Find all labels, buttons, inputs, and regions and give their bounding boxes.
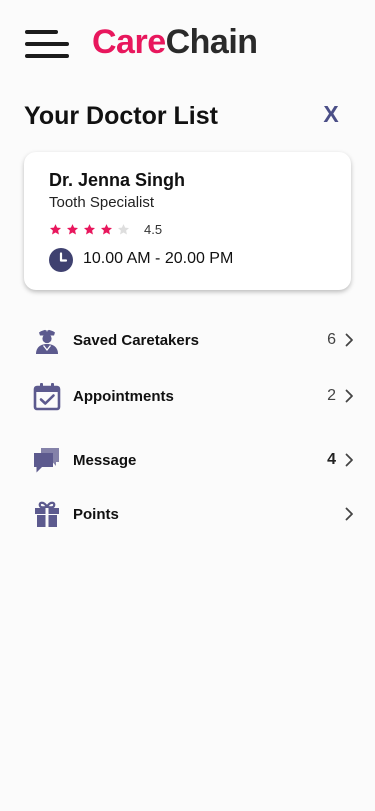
menu-item-label: Points	[73, 505, 119, 523]
star-rating: 4.5	[49, 222, 162, 237]
calendar-check-icon	[33, 383, 61, 411]
chevron-right-icon	[345, 333, 353, 347]
chevron-right-icon	[345, 453, 353, 467]
star-icon	[66, 224, 79, 235]
menu-item-label: Message	[73, 451, 137, 469]
star-icon	[83, 224, 96, 235]
menu-item-label: Appointments	[73, 387, 174, 405]
chat-icon	[34, 448, 59, 473]
star-icon	[100, 224, 113, 235]
doctor-card[interactable]: Dr. Jenna Singh Tooth Specialist 4.5 10.…	[24, 152, 351, 290]
chevron-right-icon	[345, 507, 353, 521]
working-hours: 10.00 AM - 20.00 PM	[83, 250, 234, 267]
chevron-right-icon	[345, 389, 353, 403]
doctor-specialty: Tooth Specialist	[49, 194, 155, 211]
hamburger-menu-icon[interactable]	[25, 30, 69, 62]
menu-item-message[interactable]: Message 4	[24, 440, 354, 480]
clock-icon	[49, 248, 73, 272]
logo-chain-text: Chain	[165, 22, 258, 61]
logo-care-text: Care	[92, 22, 166, 61]
menu-item-count: 2	[327, 387, 336, 404]
star-icon	[49, 224, 62, 235]
menu-item-count: 4	[327, 451, 336, 468]
title-row: Your Doctor List	[24, 97, 344, 135]
menu-item-saved-caretakers[interactable]: Saved Caretakers 6	[24, 320, 354, 360]
menu-item-count: 6	[327, 331, 336, 348]
nurse-icon	[36, 328, 58, 354]
page-title: Your Doctor List	[24, 102, 218, 130]
gift-icon	[35, 501, 59, 527]
close-button[interactable]: X	[320, 100, 342, 128]
menu-item-appointments[interactable]: Appointments 2	[24, 376, 354, 416]
menu-item-label: Saved Caretakers	[73, 331, 199, 349]
carechain-logo: Care Chain	[92, 20, 258, 64]
doctor-name: Dr. Jenna Singh	[49, 170, 186, 190]
app-header: Care Chain	[0, 0, 375, 90]
rating-value: 4.5	[144, 222, 163, 237]
star-empty-icon	[117, 224, 130, 235]
menu-item-points[interactable]: Points	[24, 494, 354, 534]
